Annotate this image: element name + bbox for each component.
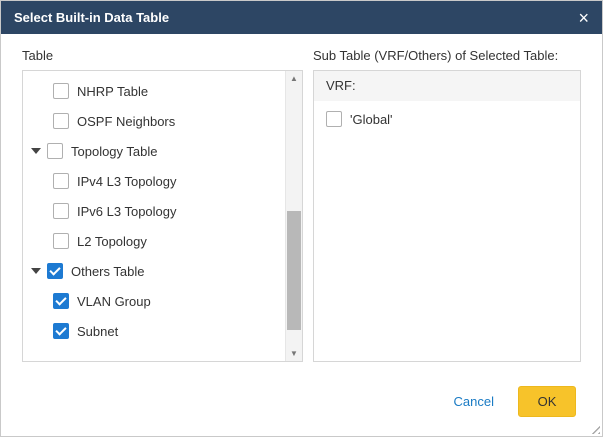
scrollbar-down-icon[interactable]: ▼: [286, 346, 302, 361]
tree-item-vlan-group[interactable]: VLAN Group: [23, 286, 302, 316]
scrollbar-up-icon[interactable]: ▲: [286, 71, 302, 86]
tree-item-label: L2 Topology: [77, 234, 147, 249]
checkbox-ipv6-l3-topology[interactable]: [53, 203, 69, 219]
table-panel-label: Table: [22, 48, 303, 63]
table-tree-scrollbar[interactable]: ▲ ▼: [285, 71, 302, 361]
tree-item-subnet[interactable]: Subnet: [23, 316, 302, 346]
tree-item-topology-table[interactable]: Topology Table: [23, 136, 302, 166]
checkbox-ospf-neighbors[interactable]: [53, 113, 69, 129]
tree-item-label: OSPF Neighbors: [77, 114, 175, 129]
expand-collapse-icon[interactable]: [31, 148, 41, 154]
tree-item-label: IPv4 L3 Topology: [77, 174, 177, 189]
vrf-group-header: VRF:: [314, 71, 580, 101]
checkbox-nhrp-table[interactable]: [53, 83, 69, 99]
checkbox-subnet[interactable]: [53, 323, 69, 339]
close-icon[interactable]: ×: [578, 9, 589, 27]
dialog-title-bar[interactable]: Select Built-in Data Table ×: [1, 1, 602, 34]
ok-button[interactable]: OK: [518, 386, 576, 417]
scrollbar-track[interactable]: [286, 86, 302, 346]
tree-item-l2-topology[interactable]: L2 Topology: [23, 226, 302, 256]
scrollbar-thumb[interactable]: [287, 211, 301, 331]
tree-item-nhrp-table[interactable]: NHRP Table: [23, 76, 302, 106]
tree-item-label: Topology Table: [71, 144, 158, 159]
dialog-footer: Cancel OK: [1, 366, 602, 436]
checkbox-vlan-group[interactable]: [53, 293, 69, 309]
select-built-in-data-table-dialog: Select Built-in Data Table × Table NHRP …: [0, 0, 603, 437]
tree-item-ospf-neighbors[interactable]: OSPF Neighbors: [23, 106, 302, 136]
table-tree-listbox: NHRP Table OSPF Neighbors Topology Table IP…: [22, 70, 303, 362]
checkbox-global[interactable]: [326, 111, 342, 127]
tree-item-label: Subnet: [77, 324, 118, 339]
tree-item-label: IPv6 L3 Topology: [77, 204, 177, 219]
vrf-item-label: 'Global': [350, 112, 393, 127]
tree-item-ipv6-l3-topology[interactable]: IPv6 L3 Topology: [23, 196, 302, 226]
vrf-list: 'Global': [314, 101, 580, 137]
checkbox-others-table[interactable]: [47, 263, 63, 279]
tree-item-ipv4-l3-topology[interactable]: IPv4 L3 Topology: [23, 166, 302, 196]
table-tree: NHRP Table OSPF Neighbors Topology Table IP…: [23, 71, 302, 346]
tree-item-label: NHRP Table: [77, 84, 148, 99]
tree-item-others-table[interactable]: Others Table: [23, 256, 302, 286]
vrf-item-global[interactable]: 'Global': [314, 101, 580, 137]
sub-table-panel: Sub Table (VRF/Others) of Selected Table…: [313, 48, 581, 362]
expand-collapse-icon[interactable]: [31, 268, 41, 274]
tree-item-label: VLAN Group: [77, 294, 151, 309]
dialog-title: Select Built-in Data Table: [14, 10, 169, 25]
checkbox-l2-topology[interactable]: [53, 233, 69, 249]
checkbox-topology-table[interactable]: [47, 143, 63, 159]
tree-item-label: Others Table: [71, 264, 144, 279]
dialog-body: Table NHRP Table OSPF Neighbors Topology T…: [1, 34, 602, 362]
sub-table-panel-label: Sub Table (VRF/Others) of Selected Table…: [313, 48, 581, 63]
checkbox-ipv4-l3-topology[interactable]: [53, 173, 69, 189]
vrf-listbox: VRF: 'Global': [313, 70, 581, 362]
table-panel: Table NHRP Table OSPF Neighbors Topology T…: [22, 48, 303, 362]
cancel-button[interactable]: Cancel: [454, 394, 494, 409]
